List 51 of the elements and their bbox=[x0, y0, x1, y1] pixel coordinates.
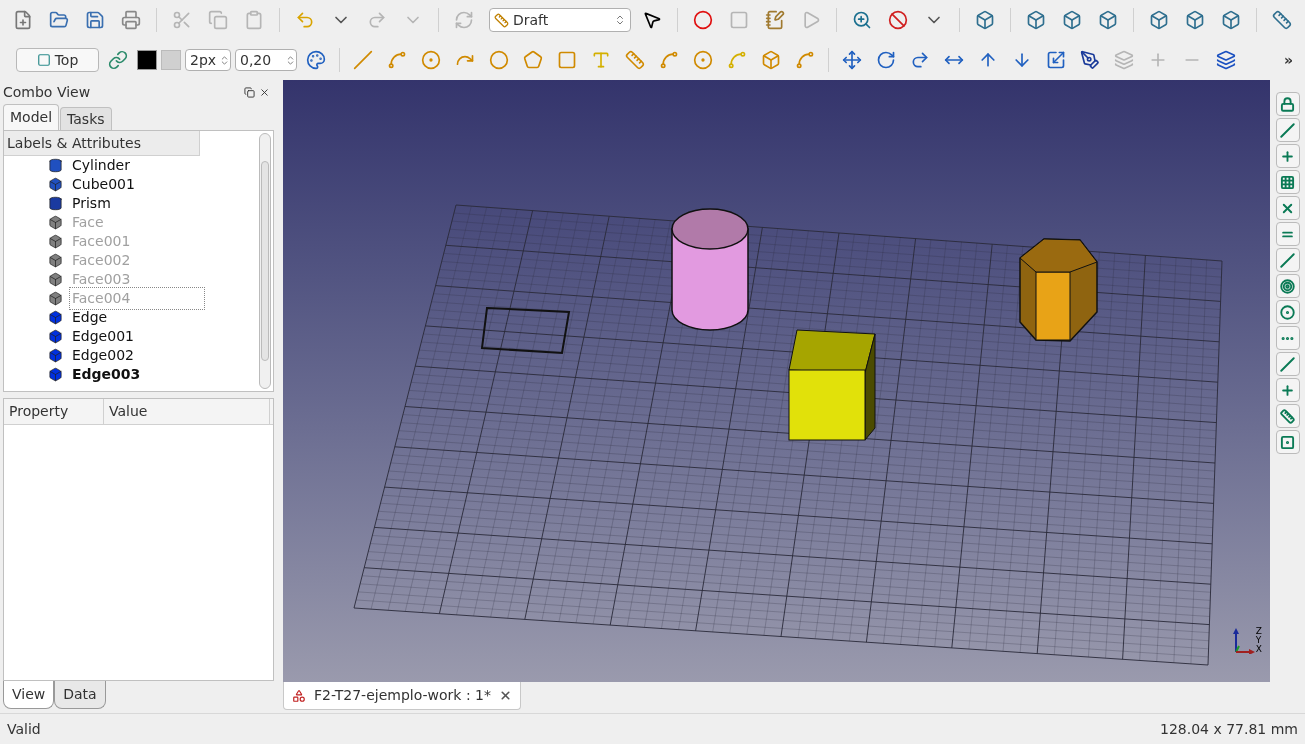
close-icon[interactable] bbox=[498, 689, 512, 702]
tab[interactable]: Tasks bbox=[60, 107, 112, 130]
workbench-dropdown[interactable]: Draft bbox=[489, 8, 631, 32]
cube-icon bbox=[48, 329, 63, 344]
status-message: Valid bbox=[7, 719, 41, 739]
line-width-field[interactable]: 2px bbox=[185, 49, 231, 71]
column-header[interactable]: Property bbox=[4, 399, 104, 424]
cube-icon bbox=[48, 291, 63, 306]
cube-icon bbox=[48, 272, 63, 287]
axis-label: Y bbox=[1255, 636, 1262, 645]
close-icon[interactable] bbox=[259, 86, 270, 98]
cube-icon bbox=[48, 253, 63, 268]
axis-label: Z bbox=[1255, 627, 1262, 636]
target-icon[interactable] bbox=[1275, 274, 1300, 298]
square-icon[interactable] bbox=[1275, 430, 1300, 454]
cube-drawing[interactable] bbox=[788, 329, 876, 441]
lock-icon[interactable] bbox=[1275, 92, 1300, 116]
line-color-swatch[interactable] bbox=[137, 50, 157, 70]
axis-label: X bbox=[1255, 645, 1262, 654]
cube-icon bbox=[48, 367, 63, 382]
view-button[interactable]: Top bbox=[16, 48, 99, 72]
tab[interactable]: View bbox=[3, 681, 55, 709]
cube-icon bbox=[48, 310, 63, 325]
prism-drawing[interactable] bbox=[1019, 238, 1098, 342]
cube-icon bbox=[48, 177, 63, 192]
column-header[interactable]: Value bbox=[104, 399, 270, 424]
document-tab[interactable]: F2-T27-ejemplo-work : 1* bbox=[283, 682, 521, 710]
fill-color-swatch[interactable] bbox=[161, 50, 181, 70]
3d-viewport[interactable]: Z Y X bbox=[283, 80, 1270, 682]
font-size-field[interactable]: 0,20 bbox=[235, 49, 297, 71]
column-header[interactable]: Labels & Attributes bbox=[4, 131, 200, 156]
close-icon[interactable] bbox=[1275, 196, 1300, 220]
cube-icon bbox=[48, 348, 63, 363]
ruler-icon bbox=[494, 12, 509, 28]
tab[interactable]: Data bbox=[54, 681, 106, 709]
status-dimensions: 128.04 x 77.81 mm bbox=[1160, 719, 1298, 739]
grid-icon[interactable] bbox=[1275, 170, 1300, 194]
tab[interactable]: Model bbox=[3, 104, 60, 130]
axis-icon bbox=[1232, 628, 1255, 654]
cube-icon bbox=[48, 234, 63, 249]
dots-icon[interactable] bbox=[1275, 326, 1300, 350]
square-icon bbox=[36, 53, 51, 67]
plus-icon[interactable] bbox=[1275, 378, 1300, 402]
more-button[interactable]: » bbox=[1283, 49, 1297, 71]
scrollbar[interactable] bbox=[259, 133, 271, 389]
cylinder-icon bbox=[48, 158, 63, 173]
cylinder-drawing[interactable] bbox=[671, 208, 749, 331]
panel-title: Combo View bbox=[3, 82, 91, 102]
parallel-icon[interactable] bbox=[1275, 222, 1300, 246]
cube-icon bbox=[48, 215, 63, 230]
spin-arrows-icon bbox=[614, 14, 626, 26]
